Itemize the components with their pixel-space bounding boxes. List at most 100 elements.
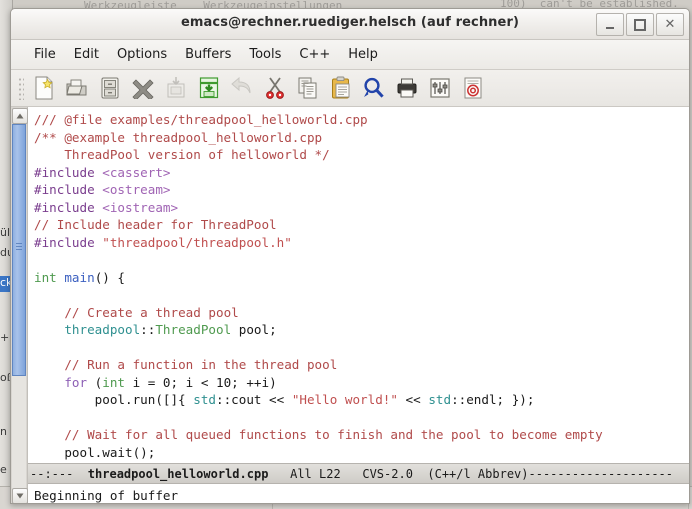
code-line: // Include header for ThreadPool (34, 216, 689, 234)
menu-item-help[interactable]: Help (339, 45, 387, 64)
close-button[interactable]: ✕ (656, 13, 684, 36)
code-line: #include <iostream> (34, 199, 689, 217)
menu-item-edit[interactable]: Edit (65, 45, 108, 64)
paste-icon (330, 76, 352, 100)
code-line: #include <ostream> (34, 181, 689, 199)
code-token: << (397, 392, 429, 407)
spell-check-button[interactable] (456, 72, 489, 104)
code-line: int main() { (34, 269, 689, 287)
mode-line-suffix: All L22 CVS-2.0 (C++/l Abbrev)----------… (268, 466, 673, 481)
preferences-icon (429, 77, 451, 99)
code-token: /// @file examples/threadpool_helloworld… (34, 112, 368, 127)
scrollbar-track[interactable] (12, 124, 26, 489)
search-icon (362, 76, 386, 100)
code-token: /** @example threadpool_helloworld.cpp (34, 129, 323, 145)
save-icon (99, 76, 121, 100)
code-token: <iostream> (102, 199, 179, 215)
scrollbar-thumb-grip (16, 243, 22, 250)
background-left-label: e (0, 463, 7, 476)
scroll-down-button[interactable] (12, 488, 28, 503)
menu-item-cpp[interactable]: C++ (290, 45, 339, 64)
code-token: // Run a function in the thread pool (64, 357, 338, 372)
code-line: #include <cassert> (34, 164, 689, 182)
code-text-area[interactable]: /// @file examples/threadpool_helloworld… (28, 107, 689, 503)
code-token: std (428, 392, 452, 407)
code-token: pool.run([]{ (34, 392, 194, 407)
cut-button[interactable] (258, 72, 291, 104)
debug-icon (462, 76, 484, 100)
save-all-button[interactable] (192, 72, 225, 104)
code-token: <cassert> (102, 164, 171, 180)
save-as-button[interactable] (159, 72, 192, 104)
code-line: /// @file examples/threadpool_helloworld… (34, 111, 689, 129)
code-line: // Run a function in the thread pool (34, 356, 689, 374)
code-token: "threadpool/threadpool.h" (102, 234, 292, 250)
minimize-icon (606, 27, 614, 29)
code-token: #include (34, 199, 95, 215)
copy-icon (296, 76, 320, 100)
code-token: :: (140, 322, 156, 337)
paste-button[interactable] (324, 72, 357, 104)
maximize-icon (634, 18, 646, 31)
menu-item-tools[interactable]: Tools (240, 45, 290, 64)
code-line: threadpool::ThreadPool pool; (34, 321, 689, 339)
code-token: <ostream> (102, 182, 171, 197)
undo-button[interactable] (225, 72, 258, 104)
code-token: ::endl; }); (451, 392, 535, 407)
maximize-button[interactable] (626, 13, 654, 36)
code-token: ( (87, 374, 103, 390)
close-buffer-icon (131, 77, 154, 99)
code-token: pool.wait(); (34, 444, 156, 460)
code-token: pool; (231, 322, 277, 337)
background-left-label: + (0, 331, 10, 344)
code-token: int (34, 269, 57, 285)
mode-line-prefix: --:--- (30, 466, 88, 481)
search-button[interactable] (357, 72, 390, 104)
code-token: "Hello world!" (291, 392, 398, 407)
close-buffer-button[interactable] (126, 72, 159, 104)
emacs-window: emacs@rechner.ruediger.helsch (auf rechn… (10, 8, 690, 504)
code-line: // Create a thread pool (34, 304, 689, 322)
minimize-button[interactable] (596, 13, 624, 36)
code-line: // Wait for all queued functions to fini… (34, 426, 689, 444)
new-file-button[interactable] (27, 72, 60, 104)
background-left-label: ül (0, 226, 11, 239)
toolbar-grip[interactable] (17, 76, 24, 100)
editor-body: /// @file examples/threadpool_helloworld… (11, 107, 689, 503)
save-all-icon (197, 76, 221, 100)
preferences-button[interactable] (423, 72, 456, 104)
code-token: int (102, 374, 126, 390)
vertical-scrollbar[interactable] (11, 107, 28, 503)
window-controls: ✕ (596, 13, 684, 36)
menu-item-file[interactable]: File (25, 45, 65, 64)
save-button[interactable] (93, 72, 126, 104)
open-file-button[interactable] (60, 72, 93, 104)
code-token: #include (34, 164, 95, 180)
code-token: threadpool (64, 322, 141, 337)
open-folder-icon (65, 76, 89, 100)
save-as-icon (165, 76, 187, 100)
print-button[interactable] (390, 72, 423, 104)
code-token: ::cout << (215, 392, 292, 407)
scrollbar-thumb[interactable] (12, 124, 26, 376)
new-file-icon (33, 76, 55, 100)
code-line: ThreadPool version of helloworld */ (34, 146, 689, 164)
code-line: pool.run([]{ std::cout << "Hello world!"… (34, 391, 689, 409)
menu-item-buffers[interactable]: Buffers (176, 45, 240, 64)
echo-message: Beginning of buffer (34, 487, 179, 503)
close-icon: ✕ (664, 17, 676, 32)
code-token: ThreadPool (155, 322, 232, 337)
code-token: // Wait for all queued functions to fini… (64, 427, 603, 442)
undo-icon (230, 77, 254, 99)
code-line: for (int i = 0; i < 10; ++i) (34, 374, 689, 392)
title-bar[interactable]: emacs@rechner.ruediger.helsch (auf rechn… (11, 9, 689, 40)
print-icon (395, 77, 419, 99)
code-token: #include (34, 234, 95, 250)
scroll-up-button[interactable] (12, 108, 28, 124)
copy-button[interactable] (291, 72, 324, 104)
menu-item-options[interactable]: Options (108, 45, 176, 64)
